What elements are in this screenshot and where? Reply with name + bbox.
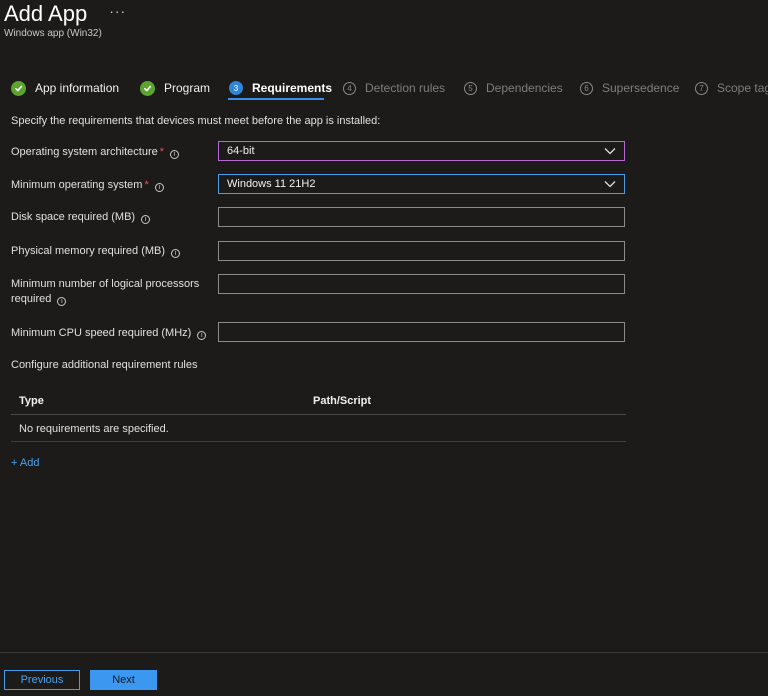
info-icon[interactable]: i	[170, 150, 180, 159]
os-architecture-dropdown[interactable]: 64-bit	[218, 141, 625, 161]
cpu-speed-label: Minimum CPU speed required (MHz)	[11, 327, 192, 339]
intro-text: Specify the requirements that devices mu…	[11, 115, 381, 127]
requirements-table: Type Path/Script No requirements are spe…	[11, 392, 626, 442]
chevron-down-icon	[604, 148, 616, 155]
step-number-icon: 6	[580, 81, 593, 95]
tab-label: Scope tags	[717, 81, 768, 95]
column-header-path-script: Path/Script	[313, 395, 372, 407]
additional-rules-label: Configure additional requirement rules	[11, 359, 198, 371]
min-os-dropdown[interactable]: Windows 11 21H2	[218, 174, 625, 194]
required-marker: *	[159, 146, 165, 158]
table-header: Type Path/Script	[11, 392, 626, 415]
chevron-down-icon	[604, 181, 616, 188]
disk-space-input[interactable]	[218, 207, 625, 227]
os-architecture-label: Operating system architecture	[11, 146, 158, 158]
checkmark-icon	[11, 80, 26, 96]
checkmark-icon	[140, 80, 155, 96]
tab-label: Detection rules	[365, 81, 446, 95]
physical-memory-label: Physical memory required (MB)	[11, 245, 166, 257]
info-icon[interactable]: i	[171, 249, 181, 258]
tab-requirements[interactable]: 3 Requirements	[229, 76, 332, 100]
page-subtitle: Windows app (Win32)	[4, 28, 102, 39]
step-number-icon: 5	[464, 81, 477, 95]
header: Add App ··· Windows app (Win32)	[4, 0, 126, 39]
tab-label: App information	[35, 81, 120, 95]
more-options-button[interactable]: ···	[109, 3, 126, 19]
add-app-page: Add App ··· Windows app (Win32) App info…	[0, 0, 768, 696]
tab-label: Supersedence	[602, 81, 680, 95]
tab-dependencies[interactable]: 5 Dependencies	[464, 76, 563, 100]
os-architecture-value: 64-bit	[227, 145, 255, 157]
step-number-icon: 4	[343, 81, 356, 95]
page-title: Add App	[4, 1, 88, 26]
column-header-type: Type	[19, 395, 44, 407]
previous-button[interactable]: Previous	[4, 670, 80, 690]
info-icon[interactable]: i	[154, 183, 164, 192]
tab-detection-rules[interactable]: 4 Detection rules	[343, 76, 445, 100]
tab-label: Requirements	[252, 81, 333, 95]
info-icon[interactable]: i	[197, 331, 207, 340]
step-number-icon: 3	[229, 81, 243, 95]
next-button[interactable]: Next	[90, 670, 157, 690]
step-number-icon: 7	[695, 81, 708, 95]
add-requirement-link[interactable]: + Add	[11, 457, 39, 469]
logical-processors-label-line2: required	[11, 293, 52, 305]
table-row: No requirements are specified.	[11, 415, 626, 442]
empty-message: No requirements are specified.	[19, 423, 169, 435]
info-icon[interactable]: i	[141, 215, 151, 224]
tab-app-information[interactable]: App information	[11, 76, 119, 100]
cpu-speed-input[interactable]	[218, 322, 625, 342]
logical-processors-input[interactable]	[218, 274, 625, 294]
required-marker: *	[144, 179, 149, 191]
min-os-label: Minimum operating system	[11, 179, 143, 191]
disk-space-label: Disk space required (MB)	[11, 211, 136, 223]
tab-program[interactable]: Program	[140, 76, 210, 100]
tab-label: Program	[164, 81, 211, 95]
min-os-value: Windows 11 21H2	[227, 178, 316, 190]
wizard-steps: App information Program 3 Requirements 4…	[0, 76, 768, 102]
tab-label: Dependencies	[486, 81, 563, 95]
logical-processors-label: Minimum number of logical processors	[11, 278, 200, 290]
tab-supersedence[interactable]: 6 Supersedence	[580, 76, 679, 100]
info-icon[interactable]: i	[57, 297, 67, 306]
physical-memory-input[interactable]	[218, 241, 625, 261]
tab-scope-tags[interactable]: 7 Scope tags	[695, 76, 768, 100]
active-tab-underline	[228, 98, 324, 100]
footer-divider	[0, 652, 768, 653]
